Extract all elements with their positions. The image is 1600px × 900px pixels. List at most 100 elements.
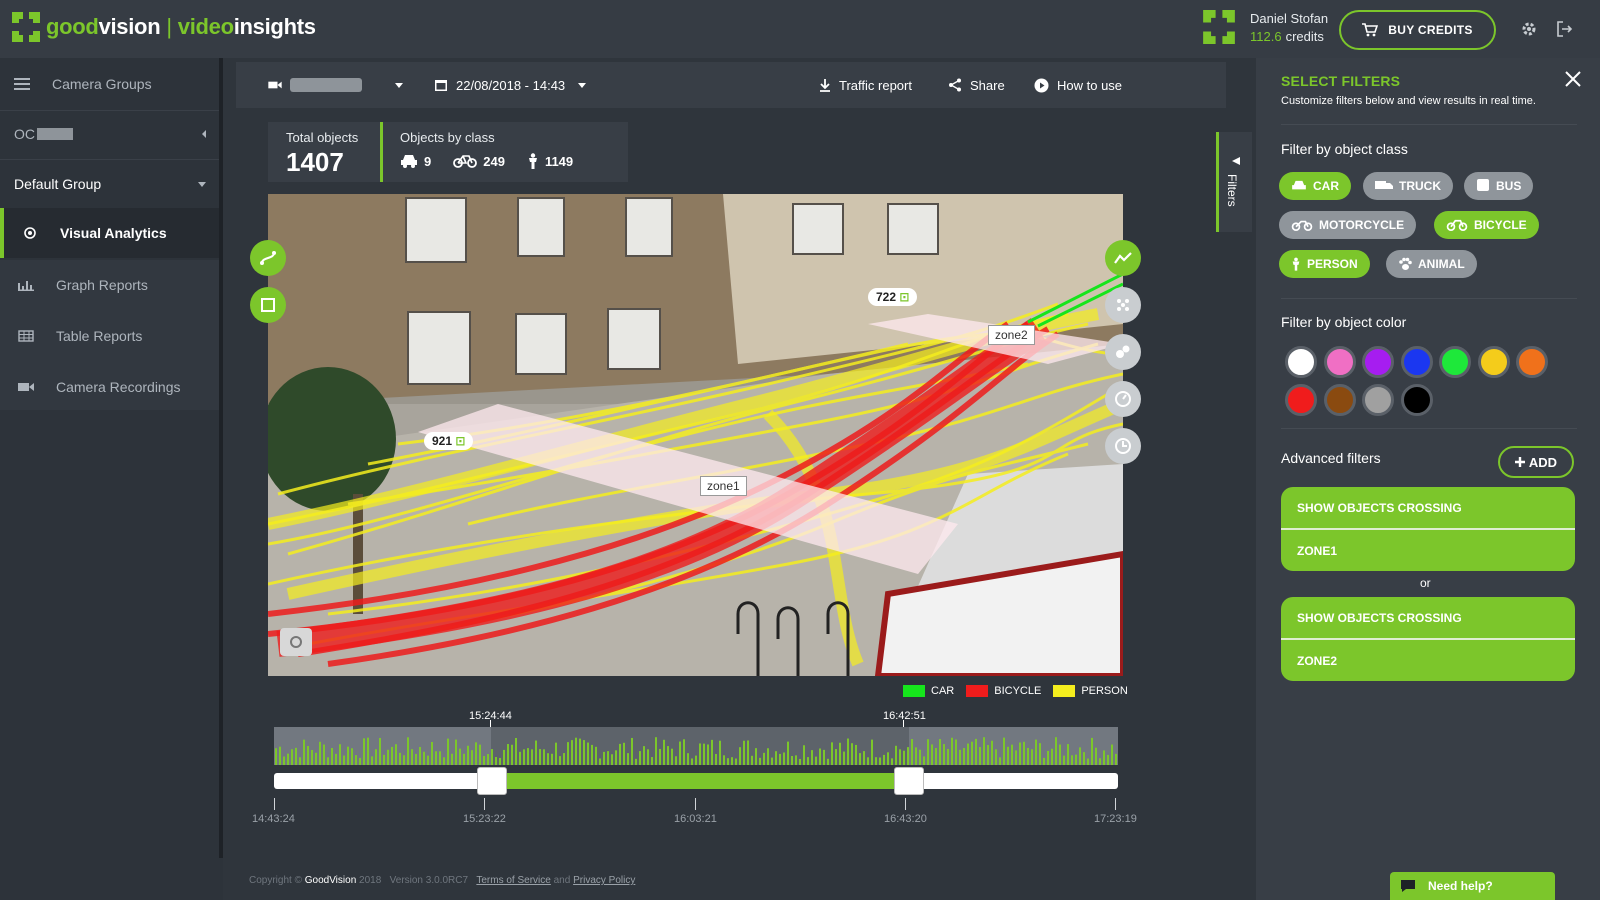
- sidebar-item-camera-groups[interactable]: Camera Groups: [0, 62, 223, 106]
- histogram-bar: [679, 741, 681, 765]
- top-bar: goodvision | videoinsights Daniel Stofan 1…: [0, 0, 1600, 58]
- trajectory-tool-button[interactable]: [250, 240, 286, 276]
- sidebar-scrollbar[interactable]: [219, 58, 223, 858]
- histogram-bar: [371, 756, 373, 765]
- add-filter-button[interactable]: ADD: [1498, 446, 1574, 478]
- range-end-handle[interactable]: [894, 767, 924, 795]
- histogram-bar: [935, 748, 937, 765]
- histogram-bar: [339, 744, 341, 765]
- histogram-bar: [395, 744, 397, 765]
- color-swatch[interactable]: [1285, 346, 1317, 378]
- objects-by-class-label: Objects by class: [400, 130, 495, 145]
- sidebar-item-visual-analytics[interactable]: Visual Analytics: [0, 208, 223, 258]
- buy-credits-button[interactable]: BUY CREDITS: [1339, 10, 1496, 50]
- timeline-tick: [484, 798, 485, 810]
- histogram-bar: [343, 755, 345, 765]
- filters-tab[interactable]: Filters: [1216, 132, 1252, 232]
- histogram-bar: [495, 757, 497, 765]
- color-swatch[interactable]: [1285, 384, 1317, 416]
- speed-view-button[interactable]: [1105, 381, 1141, 417]
- activity-histogram[interactable]: [274, 727, 1118, 765]
- class-chip-car[interactable]: CAR: [1279, 172, 1351, 200]
- gear-icon[interactable]: [1520, 20, 1538, 38]
- camera-select[interactable]: [268, 62, 404, 108]
- histogram-bar: [1011, 744, 1013, 765]
- color-swatch[interactable]: [1362, 346, 1394, 378]
- privacy-link[interactable]: Privacy Policy: [573, 875, 635, 886]
- histogram-bar: [979, 747, 981, 765]
- time-view-button[interactable]: [1105, 428, 1141, 464]
- share-button[interactable]: Share: [948, 62, 1005, 108]
- advanced-filter-zone2[interactable]: SHOW OBJECTS CROSSING ZONE2: [1281, 597, 1575, 681]
- sidebar-item-oc[interactable]: OC: [0, 112, 223, 156]
- histogram-bar: [303, 739, 305, 765]
- histogram-bar: [591, 744, 593, 765]
- histogram-bar: [519, 751, 521, 765]
- class-chip-animal[interactable]: ANIMAL: [1386, 250, 1477, 278]
- histogram-bar: [1079, 747, 1081, 765]
- histogram-bar: [503, 749, 505, 765]
- need-help-button[interactable]: Need help?: [1390, 872, 1555, 900]
- timeline-tick-label: 16:43:20: [884, 813, 927, 825]
- color-swatch[interactable]: [1400, 384, 1433, 416]
- histogram-bar: [1035, 739, 1037, 765]
- histogram-bar: [375, 749, 377, 765]
- sidebar-item-table-reports[interactable]: Table Reports: [0, 313, 223, 359]
- sidebar-item-label: Default Group: [14, 176, 102, 192]
- histogram-bar: [1111, 744, 1113, 765]
- terms-link[interactable]: Terms of Service: [476, 875, 550, 886]
- histogram-bar: [275, 748, 277, 765]
- car-icon: [401, 155, 417, 168]
- color-swatch[interactable]: [1362, 384, 1394, 416]
- histogram-bar: [811, 750, 813, 765]
- buy-credits-label: BUY CREDITS: [1388, 23, 1473, 37]
- class-chip-bicycle[interactable]: BICYCLE: [1434, 211, 1539, 239]
- zone1-label[interactable]: zone1: [700, 476, 747, 496]
- close-icon[interactable]: [1564, 70, 1582, 88]
- histogram-bar: [1019, 742, 1021, 765]
- class-chip-motorcycle[interactable]: MOTORCYCLE: [1279, 211, 1417, 239]
- histogram-bar: [559, 756, 561, 765]
- histogram-bar: [359, 757, 361, 765]
- histogram-bar: [311, 749, 313, 765]
- date-select[interactable]: 22/08/2018 - 14:43: [434, 62, 587, 108]
- logout-icon[interactable]: [1556, 20, 1574, 38]
- zone2-label[interactable]: zone2: [988, 325, 1035, 345]
- histogram-bar: [599, 758, 601, 765]
- heatmap-view-button[interactable]: [1105, 287, 1141, 323]
- class-chip-person[interactable]: PERSON: [1279, 250, 1370, 278]
- class-chip-truck[interactable]: TRUCK: [1363, 172, 1453, 200]
- color-swatch[interactable]: [1439, 346, 1471, 378]
- camera-view[interactable]: zone1 zone2 921 ⊡ 722 ⊡: [268, 194, 1123, 676]
- class-chip-bus[interactable]: BUS: [1464, 172, 1534, 200]
- range-start-handle[interactable]: [477, 767, 507, 795]
- app-logo[interactable]: goodvision | videoinsights: [12, 12, 316, 42]
- time-range-slider[interactable]: [274, 767, 1118, 795]
- user-block[interactable]: Daniel Stofan 112.6 credits: [1202, 10, 1328, 44]
- color-swatch[interactable]: [1477, 346, 1510, 378]
- traffic-report-button[interactable]: Traffic report: [819, 62, 912, 108]
- download-icon: [820, 79, 830, 92]
- histogram-bar: [507, 744, 509, 765]
- histogram-bar: [771, 757, 773, 765]
- color-swatch[interactable]: [1323, 346, 1356, 378]
- advanced-filter-zone1[interactable]: SHOW OBJECTS CROSSING ZONE1: [1281, 487, 1575, 571]
- zone-tool-button[interactable]: [250, 287, 286, 323]
- histogram-bar: [459, 748, 461, 765]
- sidebar-item-default-group[interactable]: Default Group: [0, 162, 223, 206]
- color-swatch[interactable]: [1323, 384, 1356, 416]
- color-swatch[interactable]: [1400, 346, 1433, 378]
- histogram-bar: [779, 753, 781, 765]
- sidebar-item-graph-reports[interactable]: Graph Reports: [0, 262, 223, 308]
- brand-part: good: [46, 14, 99, 39]
- snapshot-button[interactable]: [280, 628, 312, 656]
- clusters-view-button[interactable]: [1105, 334, 1141, 370]
- total-objects: Total objects 1407: [286, 130, 358, 178]
- histogram-bar: [563, 753, 565, 765]
- how-to-use-button[interactable]: How to use: [1034, 62, 1122, 108]
- trajectories-view-button[interactable]: [1105, 240, 1141, 276]
- crossing-zone-label: ZONE2: [1297, 653, 1338, 668]
- histogram-bar: [351, 748, 353, 765]
- sidebar-item-camera-recordings[interactable]: Camera Recordings: [0, 364, 223, 410]
- color-swatch[interactable]: [1516, 346, 1548, 378]
